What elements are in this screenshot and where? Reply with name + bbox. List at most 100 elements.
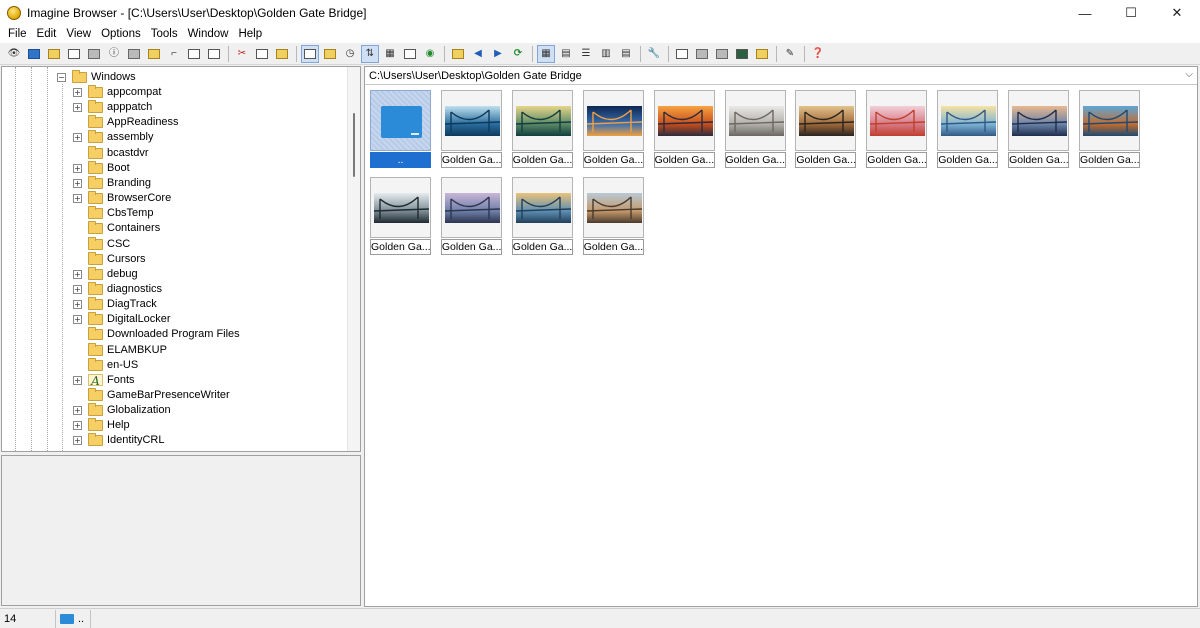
view-thumbs-icon[interactable] (301, 44, 319, 63)
folder-tree[interactable]: − Windows + appcompat + apppatch AppReadines… (1, 66, 361, 452)
tree-item[interactable]: + assembly (73, 130, 153, 145)
image-thumbnail[interactable]: Golden Ga... (440, 90, 502, 168)
info-icon[interactable]: ⓘ (106, 46, 122, 62)
up-folder-icon[interactable] (450, 46, 466, 62)
expand-icon[interactable]: + (73, 406, 82, 416)
web-icon[interactable]: ◉ (422, 46, 438, 62)
tree-item[interactable]: ELAMBKUP (73, 342, 167, 358)
menu-help[interactable]: Help (233, 27, 267, 42)
delete-icon[interactable] (186, 46, 202, 62)
image-thumbnail[interactable]: Golden Ga... (724, 90, 786, 168)
tree-item[interactable]: + DigitalLocker (73, 312, 171, 327)
rename-icon[interactable]: ⌐ (166, 46, 182, 62)
convert-icon[interactable] (754, 46, 770, 62)
list-icon[interactable]: ☰ (578, 46, 594, 62)
expand-icon[interactable]: + (73, 436, 82, 446)
screen-icon[interactable] (734, 46, 750, 62)
eye-icon[interactable]: 👁 (6, 46, 22, 62)
batch-icon[interactable] (714, 46, 730, 62)
tree-item[interactable]: bcastdvr (73, 145, 149, 161)
refresh-icon[interactable]: ⟳ (510, 46, 526, 62)
tree-item[interactable]: + Branding (73, 175, 151, 191)
wrench-icon[interactable]: 🔧 (646, 46, 662, 62)
image-thumbnail[interactable]: Golden Ga... (1008, 90, 1070, 168)
expand-icon[interactable]: + (73, 315, 82, 325)
help-icon[interactable]: ❓ (810, 46, 826, 62)
image-thumbnail[interactable]: Golden Ga... (866, 90, 928, 168)
paste-icon[interactable] (274, 46, 290, 62)
image-thumbnail[interactable]: Golden Ga... (370, 177, 431, 255)
tree-item[interactable]: AppReadiness (73, 115, 179, 130)
filmstrip-icon[interactable] (402, 46, 418, 62)
image-thumbnail[interactable]: Golden Ga... (511, 177, 573, 255)
minimize-button[interactable]: — (1062, 0, 1108, 26)
edit-icon[interactable]: ✎ (782, 46, 798, 62)
expand-icon[interactable]: + (73, 88, 82, 97)
tree-item[interactable]: + Globalization (73, 403, 171, 418)
image-thumbnail[interactable]: Golden Ga... (511, 90, 573, 168)
tree-icon[interactable] (322, 46, 338, 62)
tree-item[interactable]: GameBarPresenceWriter (73, 388, 230, 403)
maximize-button[interactable]: ☐ (1108, 0, 1154, 26)
back-arrow-icon[interactable]: ◀ (470, 46, 486, 62)
forward-arrow-icon[interactable]: ▶ (490, 46, 506, 62)
menu-options[interactable]: Options (96, 27, 146, 42)
tree-item[interactable]: + Help (73, 418, 130, 433)
small-icons-icon[interactable]: ▥ (598, 46, 614, 62)
open-folder-icon[interactable] (46, 46, 62, 62)
tree-item[interactable]: + debug (73, 266, 138, 282)
expand-icon[interactable]: + (73, 133, 82, 143)
tree-item[interactable]: + diagnostics (73, 281, 162, 297)
print-icon[interactable] (86, 46, 102, 62)
compare-icon[interactable] (694, 46, 710, 62)
image-thumbnail[interactable]: Golden Ga... (795, 90, 857, 168)
new-folder-icon[interactable] (146, 46, 162, 62)
expand-icon[interactable]: + (73, 421, 82, 431)
large-icons-icon[interactable]: ▦ (537, 44, 555, 63)
details-icon[interactable]: ▤ (558, 46, 574, 62)
menu-window[interactable]: Window (183, 27, 234, 42)
copy-files-icon[interactable] (66, 46, 82, 62)
collapse-icon[interactable]: − (57, 73, 66, 82)
menu-file[interactable]: File (3, 27, 32, 42)
thumbnail-pane[interactable]: C:\Users\User\Desktop\Golden Gate Bridge… (364, 66, 1198, 607)
copy-icon[interactable] (254, 46, 270, 62)
find-icon[interactable] (674, 46, 690, 62)
slideshow-icon[interactable] (26, 46, 42, 62)
recycle-icon[interactable] (206, 46, 222, 62)
expand-icon[interactable]: + (73, 300, 82, 310)
tree-item[interactable]: Downloaded Program Files (73, 327, 240, 342)
tree-item[interactable]: + IdentityCRL (73, 433, 164, 448)
tree-item[interactable]: en-US (73, 357, 138, 373)
tree-item[interactable]: CbsTemp (73, 206, 153, 221)
tree-item[interactable]: Containers (73, 221, 160, 236)
image-thumbnail[interactable]: Golden Ga... (937, 90, 999, 168)
image-thumbnail[interactable]: Golden Ga... (440, 177, 502, 255)
grid-icon[interactable]: ▦ (382, 46, 398, 62)
menu-tools[interactable]: Tools (146, 27, 183, 42)
tree-scrollbar-thumb[interactable] (353, 113, 355, 177)
expand-icon[interactable]: + (73, 375, 82, 385)
image-thumbnail[interactable]: Golden Ga... (582, 177, 644, 255)
tree-item[interactable]: + apppatch (73, 100, 152, 115)
cut-icon[interactable]: ✂ (234, 46, 250, 62)
chevron-down-icon[interactable]: ⌵ (1185, 69, 1193, 80)
tree-item-windows[interactable]: − Windows (57, 70, 136, 85)
expand-icon[interactable]: + (73, 178, 82, 188)
expand-icon[interactable]: + (73, 194, 82, 204)
camera-icon[interactable] (126, 46, 142, 62)
expand-icon[interactable]: + (73, 103, 82, 113)
address-bar[interactable]: C:\Users\User\Desktop\Golden Gate Bridge… (365, 67, 1197, 85)
parent-folder-thumbnail[interactable]: .. (370, 90, 431, 168)
report-icon[interactable]: ▤ (618, 46, 634, 62)
image-thumbnail[interactable]: Golden Ga... (653, 90, 715, 168)
tree-item[interactable]: + appcompat (73, 85, 161, 100)
expand-icon[interactable]: + (73, 269, 82, 279)
image-thumbnail[interactable]: Golden Ga... (582, 90, 644, 168)
tree-item[interactable]: Cursors (73, 251, 146, 267)
close-button[interactable]: ✕ (1154, 0, 1200, 26)
expand-icon[interactable]: + (73, 163, 82, 173)
tree-scrollbar[interactable] (347, 67, 360, 451)
expand-icon[interactable]: + (73, 284, 82, 294)
menu-view[interactable]: View (61, 27, 96, 42)
